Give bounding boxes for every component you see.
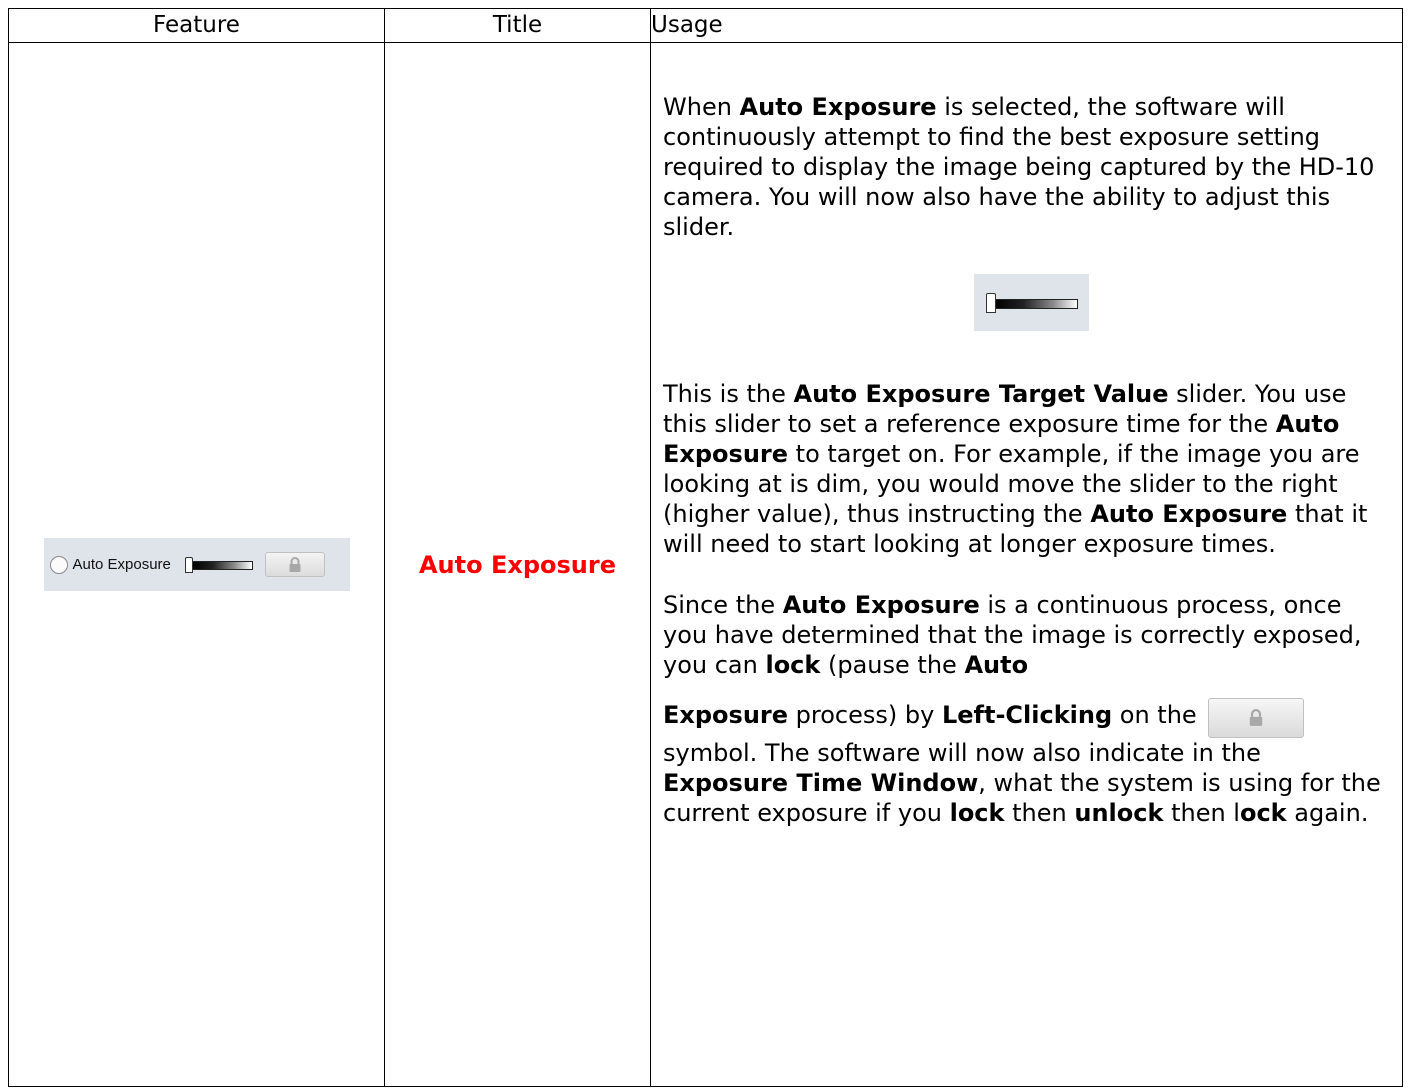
feature-title: Auto Exposure bbox=[418, 550, 616, 579]
slider-illustration bbox=[663, 274, 1390, 331]
usage-header: Usage bbox=[650, 8, 1403, 43]
usage-paragraph-4: Exposure process) by Left-Clicking on th… bbox=[663, 698, 1390, 828]
usage-cell: When Auto Exposure is selected, the soft… bbox=[650, 42, 1403, 1087]
usage-paragraph-2: This is the Auto Exposure Target Value s… bbox=[663, 380, 1368, 558]
auto-exposure-control: Auto Exposure bbox=[43, 538, 350, 591]
title-cell: Auto Exposure bbox=[384, 42, 651, 1087]
feature-header: Feature bbox=[8, 8, 385, 43]
usage-paragraph-3: Since the Auto Exposure is a continuous … bbox=[663, 591, 1362, 679]
slider-thumb[interactable] bbox=[985, 292, 996, 313]
feature-cell: Auto Exposure bbox=[8, 42, 385, 1087]
header-row: Feature Title Usage bbox=[8, 8, 1403, 43]
inline-lock-button bbox=[1208, 698, 1305, 738]
usage-paragraph-1: When Auto Exposure is selected, the soft… bbox=[663, 93, 1375, 241]
slider-track bbox=[190, 560, 253, 570]
lock-button[interactable] bbox=[264, 552, 325, 577]
auto-exposure-label: Auto Exposure bbox=[72, 556, 171, 573]
table-row: Auto Exposure Auto Exposure When Auto Ex… bbox=[8, 42, 1403, 1087]
title-header: Title bbox=[384, 8, 651, 43]
exposure-slider[interactable] bbox=[184, 556, 255, 573]
slider-track bbox=[993, 298, 1078, 309]
slider-panel bbox=[974, 274, 1089, 331]
lock-icon bbox=[1250, 709, 1263, 726]
radio-button[interactable] bbox=[49, 555, 68, 574]
feature-table: Feature Title Usage Auto Exposure Auto E… bbox=[8, 8, 1403, 1087]
target-value-slider[interactable] bbox=[985, 292, 1078, 313]
slider-thumb[interactable] bbox=[184, 556, 193, 573]
lock-icon bbox=[289, 556, 301, 572]
